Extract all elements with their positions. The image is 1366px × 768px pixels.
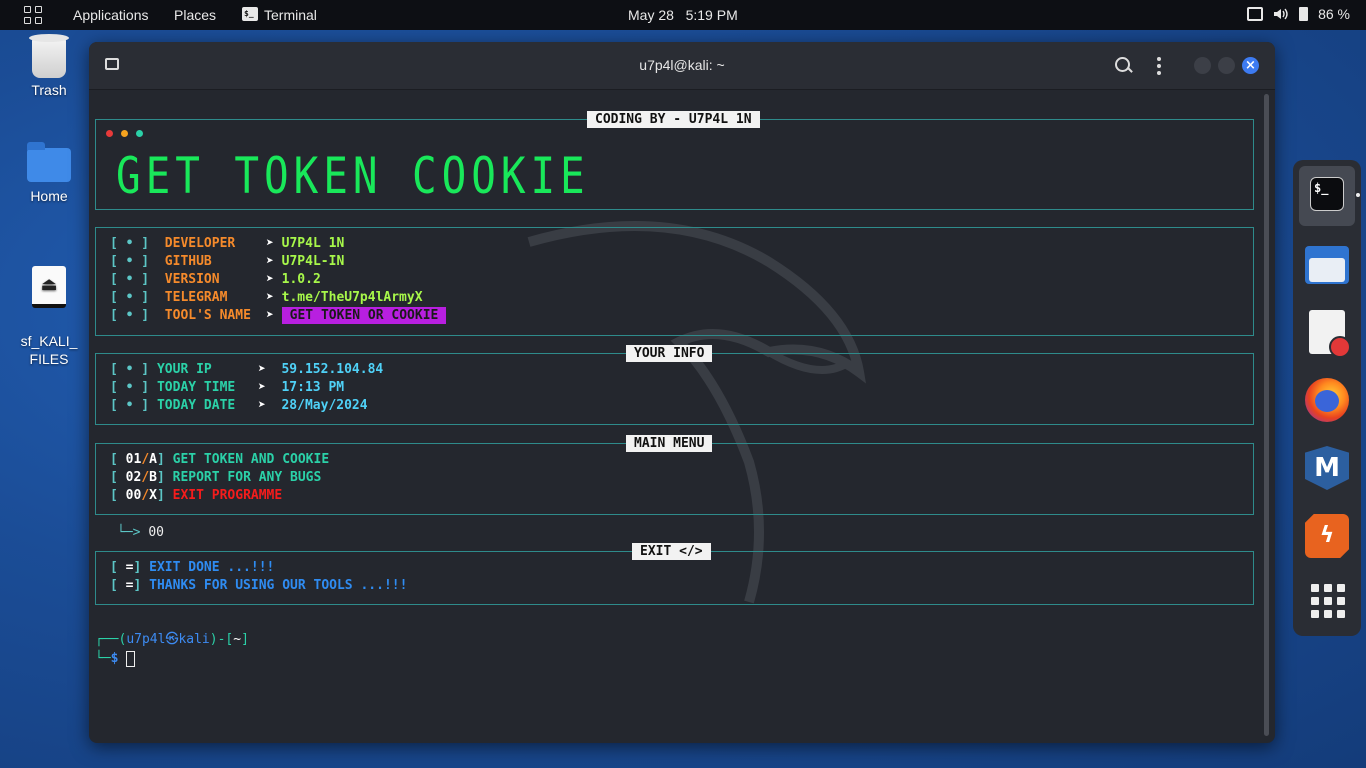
drive-icon: ⏏ <box>32 266 66 308</box>
battery-percent: 86 % <box>1318 6 1350 22</box>
volume-icon[interactable] <box>1273 7 1289 21</box>
tool-name-highlight: GET TOKEN OR COOKIE <box>281 307 447 324</box>
info-value: ➤ U7P4L 1N <box>266 236 345 251</box>
text-editor-icon[interactable] <box>1309 310 1351 358</box>
exit-box: EXIT </> [ =] EXIT DONE ...!!! [ =] THAN… <box>95 543 1254 605</box>
banner-box: CODING BY - U7P4L 1N GET TOKEN COOKIE <box>95 111 1254 210</box>
main-menu-title: MAIN MENU <box>613 435 725 452</box>
your-info-title: YOUR INFO <box>613 345 725 362</box>
places-menu[interactable]: Places <box>174 7 216 23</box>
info-label: DEVELOPER <box>164 236 236 251</box>
time: 5:19 PM <box>685 7 738 23</box>
info-value: ➤ 1.0.2 <box>266 272 321 287</box>
menu-item: [ 01/A] GET TOKEN AND COOKIE <box>110 452 330 467</box>
menu-input-line: └─> 00 <box>117 525 164 540</box>
shell-prompt-line2[interactable]: └─$ <box>95 650 136 668</box>
desktop-icon-shared-folder[interactable]: ⏏ sf_KALI_ FILES <box>9 248 89 386</box>
metasploit-icon[interactable]: M <box>1305 446 1349 490</box>
menu-item: [ 02/B] REPORT FOR ANY BUGS <box>110 470 322 485</box>
exit-line: [ =] EXIT DONE ...!!! <box>110 560 275 575</box>
terminal-window[interactable]: u7p4l@kali: ~ × CODING BY - U7P4L 1N GET… <box>89 42 1275 743</box>
info-row: [ • ] TELEGRAM <box>110 290 228 305</box>
minimize-button[interactable] <box>1194 57 1211 74</box>
menu-input-value: 00 <box>148 525 164 540</box>
files-icon[interactable] <box>1305 246 1349 284</box>
main-menu-box: MAIN MENU [ 01/A] GET TOKEN AND COOKIE [… <box>95 435 1254 515</box>
terminal-body[interactable]: CODING BY - U7P4L 1N GET TOKEN COOKIE [ … <box>89 90 1264 740</box>
tool-info-box: [ • ] DEVELOPER ➤ U7P4L 1N [ • ] GITHUB … <box>95 227 1254 336</box>
info-label: TOOL'S NAME <box>164 308 251 323</box>
top-bar: Applications Places $_ Terminal May 28 5… <box>0 0 1366 30</box>
desktop-icon-label: sf_KALI_ FILES <box>20 333 78 367</box>
desktop-icon-home[interactable]: Home <box>9 142 89 204</box>
terminal-icon[interactable]: $_ <box>1310 177 1344 211</box>
info-label: VERSION <box>164 272 220 287</box>
info-label: TELEGRAM <box>164 290 228 305</box>
banner-title: GET TOKEN COOKIE <box>116 147 590 205</box>
info-row: [ • ] VERSION <box>110 272 220 287</box>
window-title: u7p4l@kali: ~ <box>639 57 725 73</box>
prompt-user: u7p4l㉿kali <box>126 632 210 647</box>
your-info-row: [ • ] TODAY TIME <box>110 380 236 395</box>
exit-line: [ =] THANKS FOR USING OUR TOOLS ...!!! <box>110 578 408 593</box>
system-tray[interactable]: 86 % <box>1247 6 1350 22</box>
info-value: ➤ t.me/TheU7p4lArmyX <box>266 290 423 305</box>
shell-prompt-line1: ┌──(u7p4l㉿kali)-[~] <box>95 632 249 647</box>
firefox-icon[interactable] <box>1305 378 1349 422</box>
info-label: GITHUB <box>164 254 212 269</box>
menu-item: [ 00/X] EXIT PROGRAMME <box>110 488 283 503</box>
prompt-dir: ~ <box>233 632 242 647</box>
date: May 28 <box>628 7 674 23</box>
home-folder-icon <box>27 142 71 182</box>
terminal-app-menu[interactable]: Terminal <box>264 7 317 23</box>
close-button[interactable]: × <box>1242 57 1259 74</box>
terminal-app-icon: $_ <box>242 7 258 21</box>
your-info-value: ➤ 17:13 PM <box>258 380 345 395</box>
info-value: ➤ U7P4L-IN <box>266 254 345 269</box>
terminal-cursor[interactable] <box>126 650 136 667</box>
dock: $_ M ϟ <box>1293 160 1361 636</box>
info-value: ➤ GET TOKEN OR COOKIE <box>266 307 447 325</box>
your-info-box: YOUR INFO [ • ] YOUR IP ➤ 59.152.104.84 … <box>95 345 1254 425</box>
info-row: [ • ] DEVELOPER <box>110 236 236 251</box>
info-row: [ • ] TOOL'S NAME <box>110 308 251 323</box>
menu-kebab-icon[interactable] <box>1157 57 1161 75</box>
clock[interactable]: May 28 5:19 PM <box>628 7 738 23</box>
maximize-button[interactable] <box>1218 57 1235 74</box>
info-row: [ • ] GITHUB <box>110 254 212 269</box>
show-apps-icon[interactable] <box>1305 578 1349 622</box>
your-info-row: [ • ] YOUR IP <box>110 362 212 377</box>
running-indicator <box>1356 193 1360 197</box>
terminal-header-bar[interactable]: u7p4l@kali: ~ × <box>89 42 1275 90</box>
terminal-scrollbar[interactable] <box>1264 94 1269 736</box>
applications-menu[interactable]: Applications <box>73 7 149 23</box>
your-info-value: ➤ 59.152.104.84 <box>258 362 384 377</box>
app-grid-icon[interactable] <box>24 6 42 24</box>
your-info-value: ➤ 28/May/2024 <box>258 398 368 413</box>
coding-by-title: CODING BY - U7P4L 1N <box>575 111 772 128</box>
search-icon[interactable] <box>1115 57 1130 72</box>
battery-icon[interactable] <box>1299 7 1309 21</box>
desktop-icon-label: Home <box>30 188 68 204</box>
trash-icon <box>29 34 69 78</box>
burpsuite-icon[interactable]: ϟ <box>1305 514 1349 558</box>
screen-icon[interactable] <box>1247 7 1264 21</box>
desktop-icon-trash[interactable]: Trash <box>9 34 89 98</box>
window-dots <box>106 130 143 137</box>
desktop-icon-label: Trash <box>31 82 67 98</box>
exit-title: EXIT </> <box>620 543 723 560</box>
your-info-row: [ • ] TODAY DATE <box>110 398 236 413</box>
